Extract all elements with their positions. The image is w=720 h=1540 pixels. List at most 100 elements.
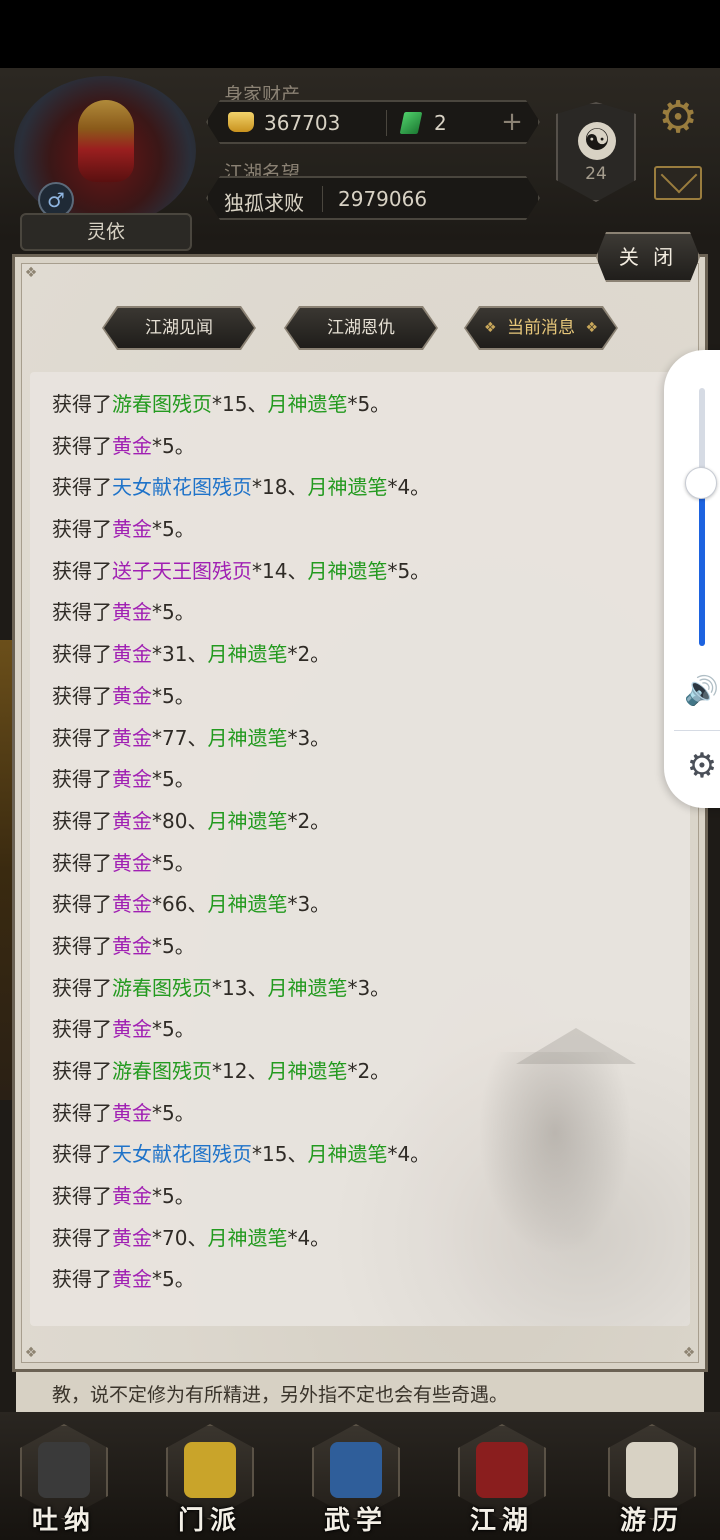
close-button[interactable]: 关 闭 bbox=[596, 232, 700, 282]
nav-label: 武学 bbox=[323, 1506, 388, 1536]
message-text: *15、 bbox=[212, 392, 268, 416]
message-text: *5。 bbox=[152, 1100, 195, 1125]
item-name: 天女献花图残页 bbox=[112, 475, 252, 500]
item-name: 月神遗笔 bbox=[267, 392, 348, 416]
message-text: 获得了 bbox=[52, 1225, 112, 1250]
message-text: 获得了 bbox=[52, 683, 112, 708]
message-text: *5。 bbox=[152, 933, 195, 958]
message-row: 获得了黄金*70、月神遗笔*4。 bbox=[52, 1224, 672, 1266]
top-header: ♂ 灵依 身家财产 367703 2 + 江湖名望 独孤求败 2979066 ☯… bbox=[0, 68, 720, 251]
item-name: 黄金 bbox=[112, 808, 152, 833]
taiji-level-badge[interactable]: ☯ 24 bbox=[556, 102, 636, 202]
volume-slider[interactable] bbox=[699, 388, 705, 646]
message-text: *5。 bbox=[152, 767, 195, 792]
tab-jianghu-news[interactable]: 江湖见闻 bbox=[104, 308, 254, 348]
message-text: *5。 bbox=[347, 392, 391, 416]
message-text: *14、 bbox=[252, 558, 308, 583]
item-name: 月神遗笔 bbox=[307, 558, 388, 583]
divider bbox=[322, 186, 323, 212]
add-currency-button[interactable]: + bbox=[498, 109, 526, 137]
message-row: 获得了游春图残页*13、月神遗笔*3。 bbox=[52, 974, 672, 1016]
message-text: 获得了 bbox=[52, 1100, 112, 1125]
message-list-panel[interactable]: 获得了游春图残页*15、月神遗笔*5。 获得了黄金*5。 获得了天女献花图残页*18… bbox=[30, 372, 690, 1326]
message-row: 获得了黄金*5。 bbox=[52, 682, 672, 724]
gear-icon[interactable]: ⚙ bbox=[654, 94, 702, 142]
martial-book-icon bbox=[330, 1442, 382, 1498]
nav-label: 门派 bbox=[177, 1506, 242, 1536]
speaker-icon[interactable]: 🔊 bbox=[684, 674, 720, 708]
horse-icon bbox=[626, 1442, 678, 1498]
item-name: 黄金 bbox=[112, 933, 152, 958]
item-name: 天女献花图残页 bbox=[112, 1142, 252, 1167]
message-text: *2。 bbox=[287, 808, 331, 833]
message-text: *13、 bbox=[212, 975, 268, 1000]
message-row: 获得了黄金*77、月神遗笔*3。 bbox=[52, 724, 672, 766]
message-text: *18、 bbox=[252, 475, 308, 500]
nav-label: 游历 bbox=[619, 1506, 684, 1536]
message-text: *3。 bbox=[287, 725, 331, 750]
message-text: *5。 bbox=[152, 850, 195, 875]
message-text: 获得了 bbox=[52, 767, 112, 792]
message-text: *15、 bbox=[252, 1142, 308, 1167]
message-text: *4。 bbox=[387, 475, 431, 500]
message-text: 获得了 bbox=[52, 933, 112, 958]
item-name: 黄金 bbox=[112, 433, 152, 458]
message-row: 获得了天女献花图残页*18、月神遗笔*4。 bbox=[52, 473, 672, 515]
message-row: 获得了黄金*80、月神遗笔*2。 bbox=[52, 807, 672, 849]
jade-icon bbox=[400, 112, 423, 134]
message-text: *5。 bbox=[387, 558, 431, 583]
divider bbox=[386, 110, 387, 136]
item-name: 月神遗笔 bbox=[267, 1059, 348, 1083]
message-text: 获得了 bbox=[52, 1017, 112, 1042]
item-name: 黄金 bbox=[112, 683, 152, 708]
gear-icon[interactable]: ⚙ bbox=[682, 746, 720, 786]
nav-jianghu[interactable]: 江湖 bbox=[442, 1418, 562, 1538]
corner-ornament: ❖ bbox=[24, 265, 38, 281]
item-name: 游春图残页 bbox=[112, 975, 212, 1000]
message-text: 获得了 bbox=[52, 642, 112, 667]
player-name: 灵依 bbox=[20, 213, 192, 251]
message-text: 获得了 bbox=[52, 725, 112, 750]
mail-icon[interactable] bbox=[654, 166, 702, 200]
message-text: *4。 bbox=[387, 1142, 431, 1167]
message-text: *5。 bbox=[152, 517, 195, 542]
tab-current-messages[interactable]: ❖ 当前消息 ❖ bbox=[466, 308, 616, 348]
nav-label: 吐纳 bbox=[31, 1506, 96, 1536]
message-list: 获得了游春图残页*15、月神遗笔*5。 获得了黄金*5。 获得了天女献花图残页*18… bbox=[52, 390, 672, 1307]
message-text: *5。 bbox=[152, 1267, 195, 1292]
message-row: 获得了黄金*5。 bbox=[52, 765, 672, 807]
message-row: 获得了黄金*31、月神遗笔*2。 bbox=[52, 640, 672, 682]
item-name: 月神遗笔 bbox=[207, 1225, 288, 1250]
message-text: *3。 bbox=[287, 892, 331, 917]
message-text: *5。 bbox=[152, 1184, 195, 1209]
message-text: *77、 bbox=[152, 725, 208, 750]
message-row: 获得了游春图残页*15、月神遗笔*5。 bbox=[52, 390, 672, 432]
gold-amount: 367703 bbox=[264, 111, 341, 135]
message-row: 获得了天女献花图残页*15、月神遗笔*4。 bbox=[52, 1140, 672, 1182]
sect-banner-icon bbox=[184, 1442, 236, 1498]
item-name: 黄金 bbox=[112, 1267, 152, 1292]
message-row: 获得了黄金*5。 bbox=[52, 849, 672, 891]
item-name: 游春图残页 bbox=[112, 1059, 212, 1083]
message-row: 获得了黄金*5。 bbox=[52, 598, 672, 640]
item-name: 月神遗笔 bbox=[207, 808, 288, 833]
volume-slider-thumb[interactable] bbox=[685, 467, 717, 500]
nav-meditation[interactable]: 吐纳 bbox=[4, 1418, 124, 1538]
message-text: 获得了 bbox=[52, 475, 112, 500]
message-row: 获得了黄金*5。 bbox=[52, 432, 672, 474]
message-text: 获得了 bbox=[52, 517, 112, 542]
item-name: 黄金 bbox=[112, 850, 152, 875]
item-name: 月神遗笔 bbox=[307, 1142, 388, 1167]
nav-travel[interactable]: 游历 bbox=[592, 1418, 712, 1538]
message-text: 获得了 bbox=[52, 433, 112, 458]
item-name: 黄金 bbox=[112, 1184, 152, 1209]
tab-jianghu-feuds[interactable]: 江湖恩仇 bbox=[286, 308, 436, 348]
divider bbox=[674, 730, 720, 731]
item-name: 黄金 bbox=[112, 1017, 152, 1042]
nav-sect[interactable]: 门派 bbox=[150, 1418, 270, 1538]
message-row: 获得了黄金*66、月神遗笔*3。 bbox=[52, 890, 672, 932]
message-text: 获得了 bbox=[52, 1267, 112, 1292]
nav-martial-arts[interactable]: 武学 bbox=[296, 1418, 416, 1538]
message-text: 获得了 bbox=[52, 558, 112, 583]
taiji-icon: ☯ bbox=[578, 122, 616, 160]
